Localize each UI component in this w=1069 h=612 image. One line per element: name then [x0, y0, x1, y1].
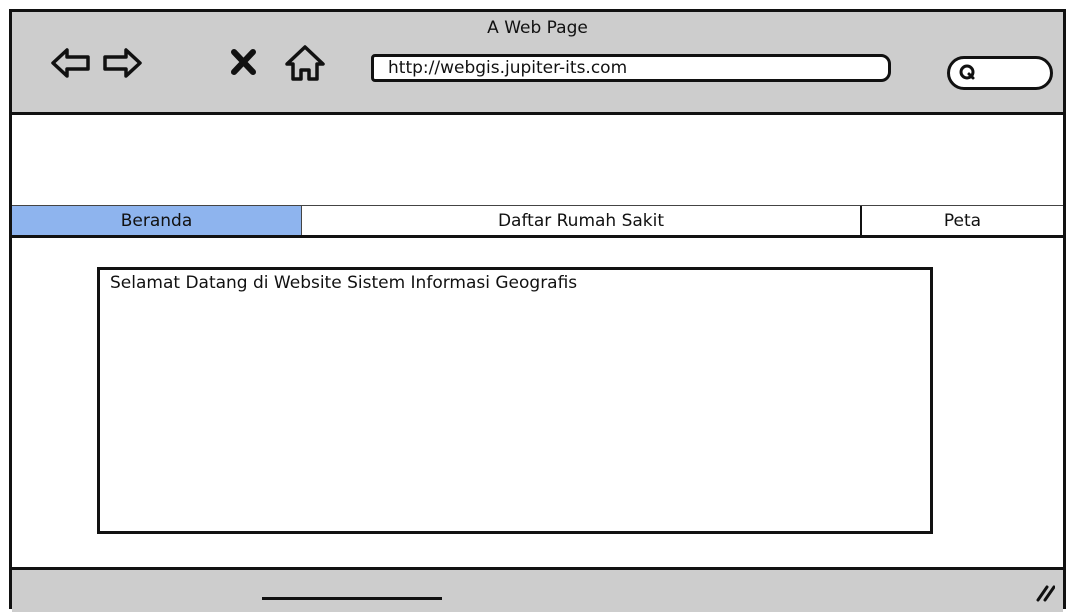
forward-arrow-icon[interactable]: [101, 42, 143, 84]
welcome-panel: Selamat Datang di Website Sistem Informa…: [97, 267, 933, 534]
welcome-text: Selamat Datang di Website Sistem Informa…: [110, 273, 578, 293]
browser-window: A Web Page http://webgis.jupiter-its.com: [9, 9, 1066, 612]
search-icon: [959, 64, 975, 80]
close-icon[interactable]: [226, 42, 268, 84]
tab-daftar-rumah-sakit[interactable]: Daftar Rumah Sakit: [302, 206, 862, 235]
resize-grip-icon[interactable]: [1033, 582, 1055, 602]
url-input[interactable]: http://webgis.jupiter-its.com: [371, 54, 891, 82]
search-input[interactable]: [947, 56, 1053, 90]
nav-tabs: Beranda Daftar Rumah Sakit Peta: [12, 205, 1063, 238]
browser-toolbar: A Web Page http://webgis.jupiter-its.com: [12, 12, 1063, 115]
tab-peta[interactable]: Peta: [862, 206, 1063, 235]
tab-beranda[interactable]: Beranda: [12, 206, 302, 235]
window-title: A Web Page: [487, 18, 588, 38]
home-icon[interactable]: [284, 42, 326, 84]
status-bar: [12, 567, 1063, 612]
scrollbar-thumb[interactable]: [262, 597, 442, 600]
back-arrow-icon[interactable]: [50, 42, 92, 84]
